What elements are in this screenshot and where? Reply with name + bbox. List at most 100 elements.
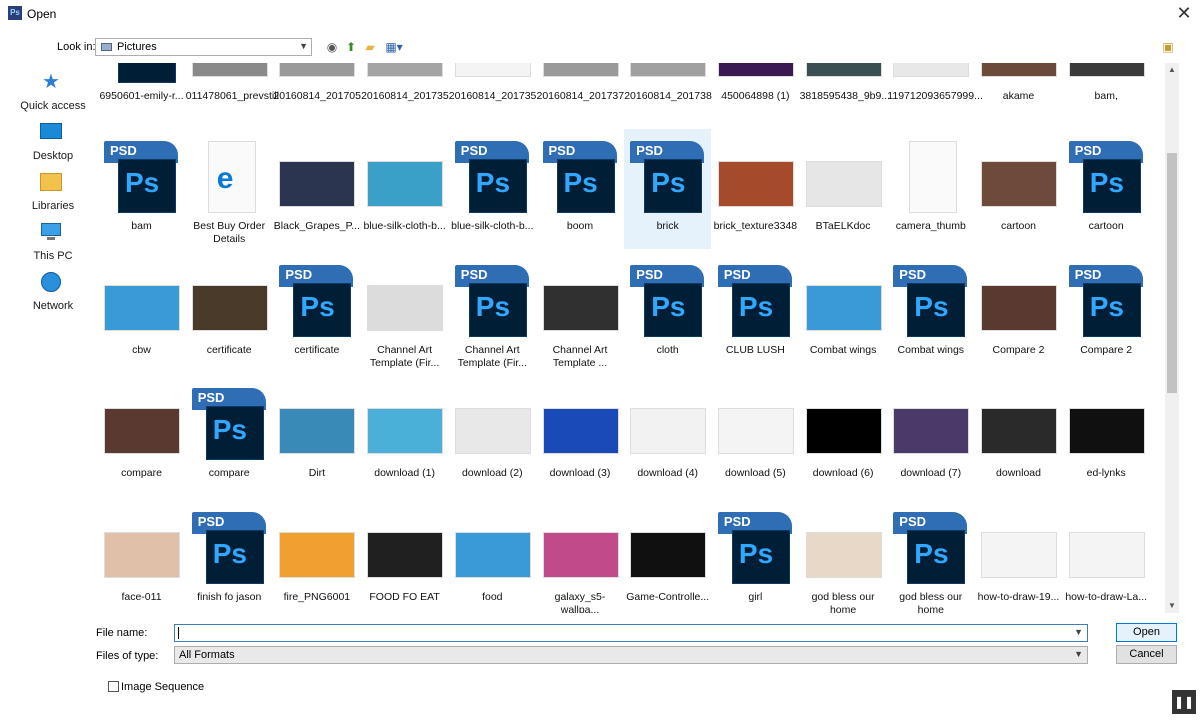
- back-icon[interactable]: ◉: [324, 39, 340, 55]
- image-thumbnail: [981, 137, 1057, 213]
- file-item[interactable]: 20160814_201735: [361, 63, 449, 119]
- file-item[interactable]: galaxy_s5-wallpa...: [537, 500, 624, 613]
- file-item[interactable]: Black_Grapes_P...: [273, 129, 360, 249]
- file-item[interactable]: 20160814_201737: [537, 63, 624, 119]
- look-in-value: Pictures: [117, 41, 157, 53]
- file-item[interactable]: how-to-draw-La...: [1063, 500, 1150, 613]
- file-item[interactable]: 3818595438_9b9...: [800, 63, 890, 119]
- file-item[interactable]: Compare 2: [975, 253, 1062, 373]
- file-item[interactable]: 119712093657999...: [887, 63, 983, 119]
- file-item[interactable]: FOOD FO EAT: [361, 500, 448, 613]
- file-item[interactable]: 011478061_prevstill: [186, 63, 279, 119]
- file-item[interactable]: camera_thumb: [887, 129, 974, 249]
- file-item[interactable]: PSD Ps cloth: [624, 253, 711, 373]
- file-item[interactable]: Combat wings: [800, 253, 887, 373]
- file-item[interactable]: ed-lynks: [1063, 376, 1150, 496]
- open-button[interactable]: Open: [1116, 623, 1177, 642]
- file-item[interactable]: BTaELKdoc: [800, 129, 887, 249]
- image-thumbnail: [454, 508, 531, 584]
- file-item[interactable]: PSD Ps girl: [712, 500, 799, 613]
- file-item[interactable]: PSD Ps cartoon: [1063, 129, 1150, 249]
- file-item[interactable]: PSD Ps god bless our home: [887, 500, 974, 613]
- file-item[interactable]: blue-silk-cloth-b...: [361, 129, 448, 249]
- file-item[interactable]: cbw: [98, 253, 185, 373]
- file-item[interactable]: download (3): [537, 376, 624, 496]
- place-libraries[interactable]: Libraries: [6, 169, 94, 219]
- file-name: god bless our home: [811, 591, 875, 613]
- file-item[interactable]: PSD Ps CLUB LUSH: [712, 253, 799, 373]
- image-thumbnail: [279, 508, 356, 584]
- file-item[interactable]: Game-Controlle...: [624, 500, 711, 613]
- chevron-down-icon: ▼: [1074, 649, 1083, 659]
- file-item[interactable]: compare: [98, 376, 185, 496]
- look-in-dropdown[interactable]: Pictures ▼: [95, 38, 312, 56]
- file-item[interactable]: 20160814_201735: [449, 63, 536, 119]
- place-desktop[interactable]: Desktop: [6, 119, 94, 169]
- file-name: girl: [748, 591, 763, 603]
- file-item[interactable]: food: [449, 500, 536, 613]
- file-item[interactable]: cartoon: [975, 129, 1062, 249]
- file-item[interactable]: Dirt: [273, 376, 360, 496]
- file-name-input[interactable]: ▼: [174, 624, 1088, 642]
- file-item[interactable]: PSD Ps brick: [624, 129, 712, 249]
- image-sequence-checkbox[interactable]: [108, 681, 119, 692]
- place-quick-access[interactable]: ★ Quick access: [6, 69, 94, 119]
- scroll-up-icon[interactable]: ▲: [1165, 63, 1179, 77]
- file-name: food: [482, 591, 503, 603]
- file-item[interactable]: Channel Art Template ...: [537, 253, 624, 373]
- new-folder-icon[interactable]: ▰: [362, 39, 378, 55]
- chevron-down-icon[interactable]: ▼: [1074, 627, 1083, 637]
- file-item[interactable]: download (5): [712, 376, 799, 496]
- file-item[interactable]: how-to-draw-19...: [975, 500, 1062, 613]
- file-item[interactable]: god bless our home: [800, 500, 887, 613]
- file-item[interactable]: PSD Ps certificate: [273, 253, 360, 373]
- file-item[interactable]: PSD Ps blue-silk-cloth-b...: [449, 129, 536, 249]
- place-network[interactable]: Network: [6, 269, 94, 319]
- file-item[interactable]: PSDPs 6950601-emily-r...: [98, 63, 185, 119]
- file-item[interactable]: PSD Ps bam: [98, 129, 185, 249]
- place-this-pc[interactable]: This PC: [6, 219, 94, 269]
- file-item[interactable]: face-011: [98, 500, 185, 613]
- scroll-down-icon[interactable]: ▼: [1165, 599, 1179, 613]
- scroll-thumb[interactable]: [1167, 153, 1177, 393]
- cancel-button[interactable]: Cancel: [1116, 645, 1177, 664]
- file-item[interactable]: 20160814_201738: [624, 63, 712, 119]
- file-name: Combat wings: [897, 344, 965, 356]
- file-item[interactable]: PSD Ps Compare 2: [1063, 253, 1150, 373]
- file-item[interactable]: e Best Buy Order Details: [186, 129, 273, 249]
- blank-file-icon: [893, 137, 969, 213]
- file-item[interactable]: download (2): [449, 376, 536, 496]
- psd-file-icon: PSDPs: [104, 63, 180, 83]
- file-item[interactable]: 450064898 (1): [712, 63, 799, 119]
- file-item[interactable]: PSD Ps finish fo jason: [186, 500, 273, 613]
- up-folder-icon[interactable]: ⬆: [343, 39, 359, 55]
- file-item[interactable]: download (7): [887, 376, 974, 496]
- file-name: Dirt: [308, 467, 326, 479]
- view-menu-icon[interactable]: ▦▾: [383, 39, 405, 55]
- close-button[interactable]: ✕: [1166, 0, 1202, 27]
- file-item[interactable]: Channel Art Template (Fir...: [361, 253, 448, 373]
- file-item[interactable]: download (4): [624, 376, 711, 496]
- file-item[interactable]: PSD Ps boom: [537, 129, 624, 249]
- file-item[interactable]: akame: [975, 63, 1062, 119]
- place-label: Quick access: [20, 100, 86, 112]
- file-item[interactable]: PSD Ps Channel Art Template (Fir...: [449, 253, 536, 373]
- image-thumbnail: [717, 137, 794, 213]
- file-item[interactable]: fire_PNG6001: [273, 500, 360, 613]
- file-item[interactable]: brick_texture3348: [712, 129, 799, 249]
- file-name: fire_PNG6001: [283, 591, 351, 603]
- file-item[interactable]: certificate: [186, 253, 273, 373]
- file-item[interactable]: PSD Ps compare: [186, 376, 273, 496]
- file-item[interactable]: download (6): [800, 376, 887, 496]
- files-of-type-select[interactable]: All Formats ▼: [174, 646, 1088, 664]
- pause-icon[interactable]: ❚❚: [1172, 690, 1196, 714]
- file-list: PSDPs 6950601-emily-r...011478061_prevsti…: [95, 63, 1165, 613]
- vertical-scrollbar[interactable]: ▲ ▼: [1165, 63, 1179, 613]
- image-thumbnail: [805, 137, 882, 213]
- file-item[interactable]: bam,: [1063, 63, 1150, 119]
- file-item[interactable]: download (1): [361, 376, 448, 496]
- file-item[interactable]: download: [975, 376, 1062, 496]
- file-item[interactable]: 20160814_201705: [273, 63, 361, 119]
- favorite-folder-icon[interactable]: ▣: [1160, 39, 1176, 55]
- file-item[interactable]: PSD Ps Combat wings: [887, 253, 974, 373]
